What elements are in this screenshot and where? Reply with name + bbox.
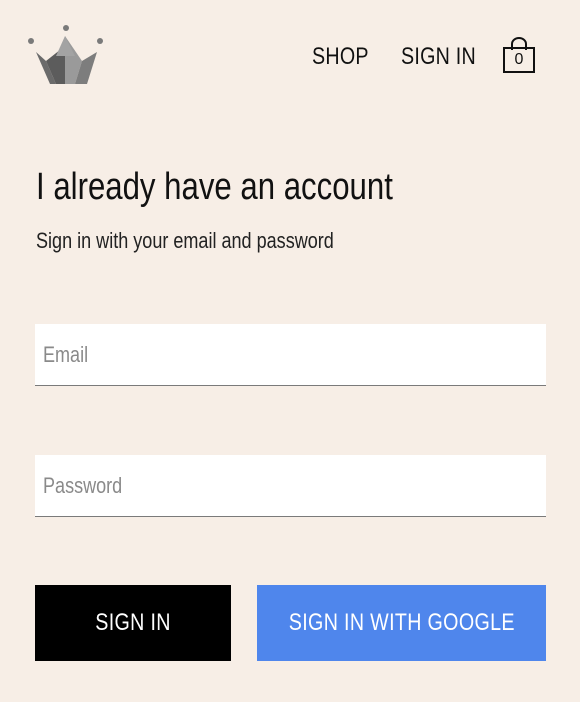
nav-signin-link[interactable]: SIGN IN [401,42,492,72]
sign-in-with-google-button[interactable]: SIGN IN WITH GOOGLE [257,585,546,661]
password-field[interactable]: Password [35,455,546,517]
password-placeholder: Password [43,473,123,498]
cart-button[interactable]: 0 [502,36,536,76]
crown-icon [28,25,103,84]
page-subtitle: Sign in with your email and password [36,227,399,255]
email-placeholder: Email [43,342,89,367]
nav-shop-label: SHOP [312,43,369,70]
page-title-text: I already have an account [36,166,393,208]
sign-in-button-label: SIGN IN [95,609,171,636]
sign-in-button[interactable]: SIGN IN [35,585,231,661]
nav-signin-label: SIGN IN [401,43,476,70]
page-subtitle-text: Sign in with your email and password [36,228,334,253]
crown-logo[interactable] [27,24,105,86]
sign-in-with-google-button-label: SIGN IN WITH GOOGLE [288,609,515,636]
nav-shop-link[interactable]: SHOP [312,42,381,72]
page-title: I already have an account [36,164,471,210]
email-field[interactable]: Email [35,324,546,386]
cart-count: 0 [514,51,524,68]
